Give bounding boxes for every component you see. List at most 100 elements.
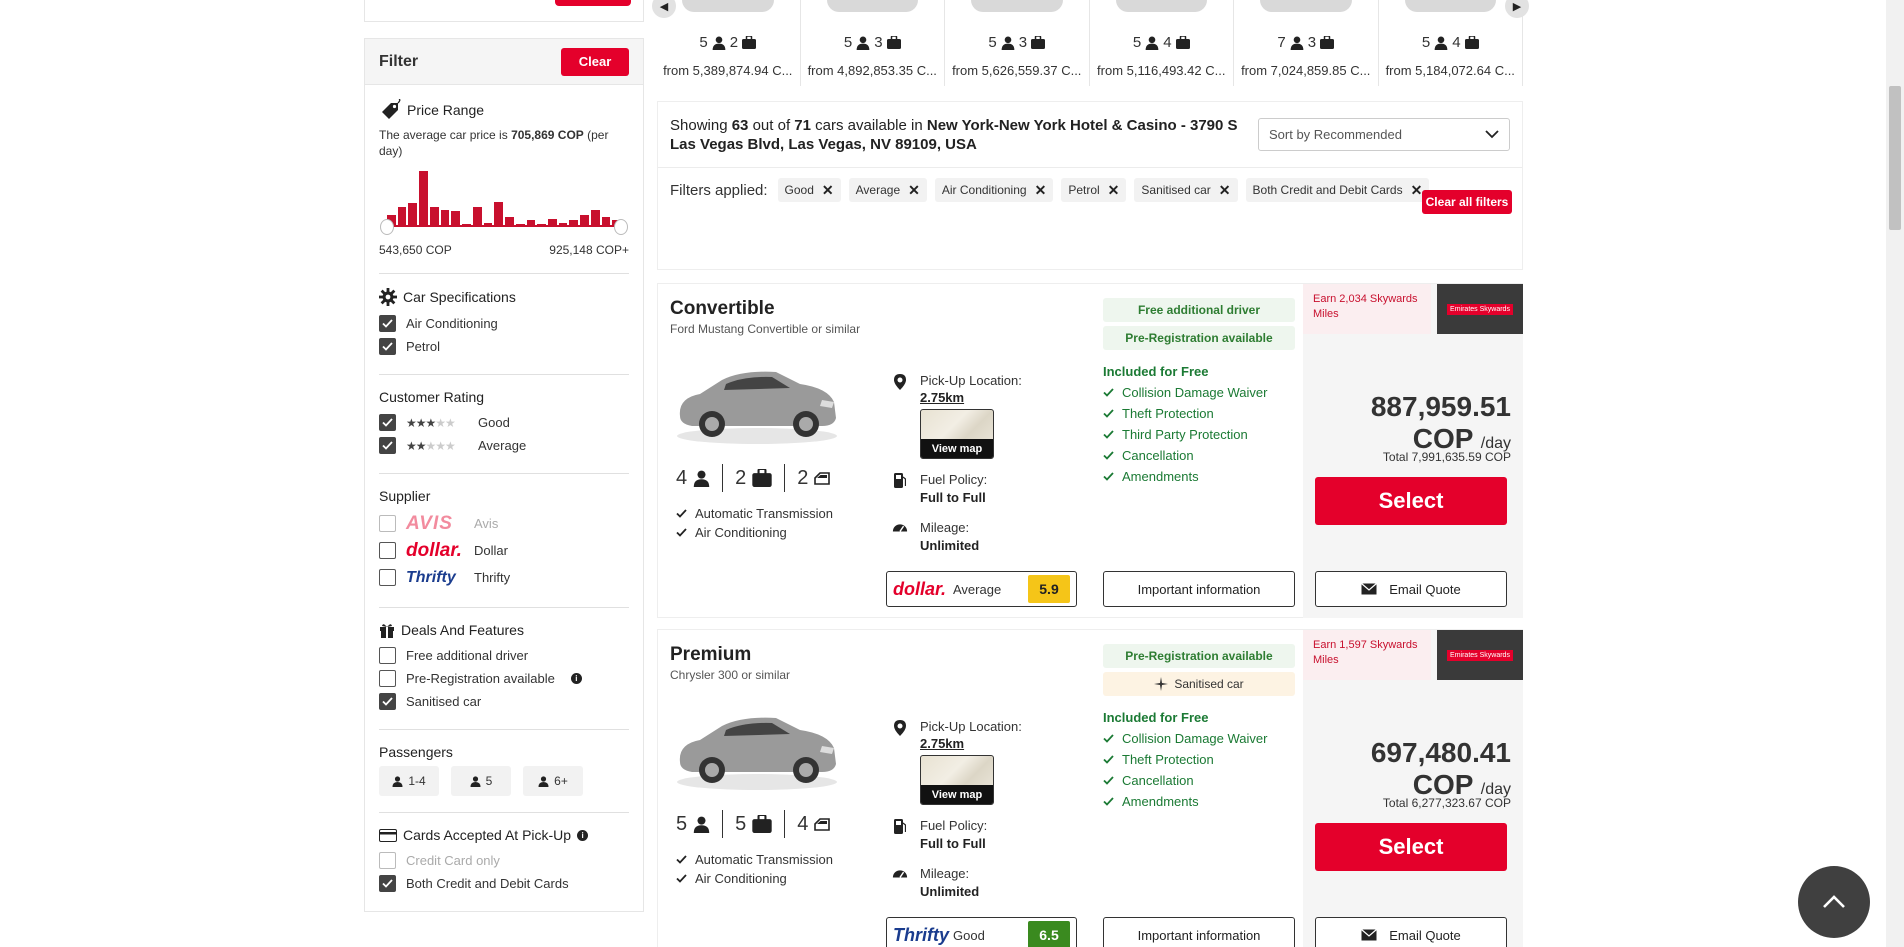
filter-supplier-dollar[interactable]: dollar. Dollar — [379, 537, 629, 564]
filter-credit-card-only[interactable]: Credit Card only — [379, 849, 629, 872]
checkbox-unchecked[interactable] — [379, 647, 396, 664]
select-car-button[interactable]: Select — [1315, 477, 1507, 525]
passengers-option-6-plus[interactable]: 6+ — [523, 766, 583, 796]
average-price-text: The average car price is 705,869 COP (pe… — [379, 127, 629, 159]
map-thumbnail[interactable]: View map — [920, 755, 994, 805]
checkbox-checked[interactable] — [379, 338, 396, 355]
carousel-next-button[interactable]: ▶ — [1505, 0, 1529, 18]
filter-air-conditioning[interactable]: Air Conditioning — [379, 312, 629, 335]
filter-free-additional-driver[interactable]: Free additional driver — [379, 644, 629, 667]
checkbox-checked[interactable] — [379, 414, 396, 431]
checkbox-checked[interactable] — [379, 437, 396, 454]
price-range-track[interactable] — [387, 225, 621, 227]
close-icon[interactable]: ✕ — [1108, 182, 1120, 199]
map-thumbnail[interactable]: View map — [920, 409, 994, 459]
important-information-button[interactable]: Important information — [1103, 917, 1295, 947]
info-icon[interactable]: i — [570, 673, 582, 684]
filter-chip[interactable]: Air Conditioning ✕ — [934, 178, 1054, 202]
filter-pre-registration[interactable]: Pre-Registration available i — [379, 667, 629, 690]
checkbox-unchecked[interactable] — [379, 852, 396, 869]
carousel-item[interactable]: 5 4 from 5,116,493.42 C... — [1090, 0, 1234, 86]
included-for-free: Included for Free Collision Damage Waive… — [1103, 364, 1303, 487]
deals-title: Deals And Features — [401, 622, 524, 638]
close-icon[interactable]: ✕ — [822, 182, 834, 199]
price-min-handle[interactable] — [380, 219, 394, 235]
email-quote-button[interactable]: Email Quote — [1315, 917, 1507, 947]
carousel-item[interactable]: 5 3 from 4,892,853.35 C... — [801, 0, 945, 86]
filter-sanitised-car[interactable]: Sanitised car — [379, 690, 629, 713]
checkbox-checked[interactable] — [379, 875, 396, 892]
mileage-label: Mileage: — [920, 866, 970, 881]
chevron-right-icon: ▶ — [1512, 0, 1522, 13]
filter-supplier-avis[interactable]: AVIS Avis — [379, 510, 629, 537]
carousel-item[interactable]: 5 4 from 5,184,072.64 C... — [1379, 0, 1523, 86]
filter-petrol[interactable]: Petrol — [379, 335, 629, 358]
carousel-item[interactable]: 5 2 from 5,389,874.94 C... — [656, 0, 801, 86]
info-icon[interactable]: i — [577, 829, 589, 841]
person-icon — [538, 775, 549, 787]
feature-label: Air Conditioning — [695, 871, 787, 886]
supplier-rating-box[interactable]: dollar. Average 5.9 — [886, 571, 1077, 607]
average-price-value: 705,869 COP — [511, 128, 584, 142]
check-icon — [1103, 409, 1114, 418]
thrifty-logo: Thrifty — [406, 568, 456, 586]
luggage-icon — [1175, 36, 1190, 49]
close-icon[interactable]: ✕ — [1219, 182, 1231, 199]
passengers-option-1-4[interactable]: 1-4 — [379, 766, 439, 796]
supplier-rating-box[interactable]: Thrifty Good 6.5 — [886, 917, 1077, 947]
checkbox-checked[interactable] — [379, 693, 396, 710]
carousel-item[interactable]: 7 3 from 7,024,859.85 C... — [1234, 0, 1379, 86]
important-information-button[interactable]: Important information — [1103, 571, 1295, 607]
filter-both-cards[interactable]: Both Credit and Debit Cards — [379, 872, 629, 895]
previous-panel-button[interactable] — [555, 0, 631, 6]
clear-all-filters-button[interactable]: Clear all filters — [1422, 190, 1512, 214]
checkbox-unchecked[interactable] — [379, 569, 396, 586]
scrollbar-thumb[interactable] — [1889, 86, 1901, 230]
filter-rating-average[interactable]: ★★★★★ Average — [379, 434, 629, 457]
email-quote-button[interactable]: Email Quote — [1315, 571, 1507, 607]
back-to-top-button[interactable] — [1798, 866, 1870, 938]
pickup-distance-link[interactable]: 2.75km — [920, 390, 1022, 405]
person-icon — [693, 816, 710, 833]
page-scrollbar[interactable] — [1886, 0, 1904, 947]
sort-dropdown[interactable]: Sort by Recommended — [1258, 118, 1510, 151]
filter-label: Average — [478, 438, 527, 453]
checkbox-unchecked[interactable] — [379, 542, 396, 559]
filter-supplier-thrifty[interactable]: Thrifty Thrifty — [379, 564, 629, 591]
included-label: Third Party Protection — [1122, 427, 1248, 442]
passenger-count: 5 — [699, 34, 708, 51]
carousel-specs: 5 4 — [1379, 34, 1523, 51]
close-icon[interactable]: ✕ — [1035, 182, 1047, 199]
checkbox-checked[interactable] — [379, 315, 396, 332]
price-max-handle[interactable] — [614, 219, 628, 235]
filter-chip[interactable]: Good ✕ — [777, 178, 841, 202]
location-pin-icon — [892, 718, 908, 805]
filter-chip[interactable]: Average ✕ — [848, 178, 927, 202]
close-icon[interactable]: ✕ — [1411, 182, 1423, 199]
passengers-option-5[interactable]: 5 — [451, 766, 511, 796]
deal-badges: Pre-Registration available Sanitised car — [1103, 644, 1295, 700]
filter-header: Filter Clear — [365, 39, 643, 85]
close-icon[interactable]: ✕ — [908, 182, 920, 199]
price-range-section: Price Range The average car price is 705… — [379, 85, 629, 274]
checkbox-unchecked[interactable] — [379, 670, 396, 687]
checkbox-unchecked[interactable] — [379, 515, 396, 532]
price-min: 543,650 COP — [379, 243, 452, 257]
carousel-price: from 5,184,072.64 C... — [1385, 63, 1515, 78]
filter-label: Credit Card only — [406, 853, 500, 868]
filter-chip[interactable]: Petrol ✕ — [1061, 178, 1127, 202]
filter-chip[interactable]: Sanitised car ✕ — [1134, 178, 1238, 202]
carousel-item[interactable]: 5 3 from 5,626,559.37 C... — [945, 0, 1090, 86]
check-icon — [676, 855, 687, 864]
pickup-distance-link[interactable]: 2.75km — [920, 736, 1022, 751]
included-item: Theft Protection — [1103, 403, 1303, 424]
select-car-button[interactable]: Select — [1315, 823, 1507, 871]
clear-filters-button[interactable]: Clear — [561, 47, 629, 76]
mileage-value: Unlimited — [920, 538, 980, 553]
filter-rating-good[interactable]: ★★★★★ Good — [379, 411, 629, 434]
filter-chip-label: Average — [855, 183, 901, 197]
included-label: Amendments — [1122, 794, 1199, 809]
customer-rating-title: Customer Rating — [379, 389, 485, 405]
carousel-specs: 5 3 — [801, 34, 945, 51]
filter-chip[interactable]: Both Credit and Debit Cards ✕ — [1245, 178, 1430, 202]
